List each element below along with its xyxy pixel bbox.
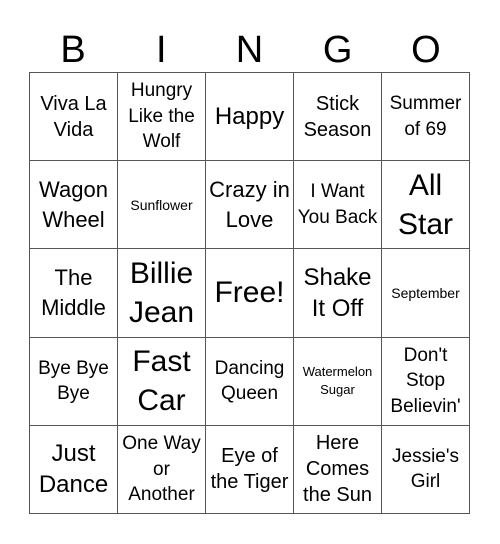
bingo-cell[interactable]: The Middle (30, 249, 118, 338)
bingo-grid: Viva La Vida Hungry Like the Wolf Happy … (29, 72, 470, 514)
bingo-cell[interactable]: Here Comes the Sun (294, 425, 382, 514)
header-letter-b: B (60, 29, 86, 71)
bingo-cell[interactable]: September (382, 249, 470, 338)
header-letter-i: I (156, 29, 167, 71)
bingo-cell[interactable]: Dancing Queen (206, 337, 294, 426)
header-letter-g: G (322, 29, 353, 71)
free-space[interactable]: Free! (206, 249, 294, 338)
bingo-cell[interactable]: Fast Car (118, 337, 206, 426)
bingo-cell[interactable]: Happy (206, 73, 294, 162)
bingo-cell[interactable]: All Star (382, 161, 470, 250)
bingo-cell[interactable]: Billie Jean (118, 249, 206, 338)
bingo-cell[interactable]: Just Dance (30, 425, 118, 514)
bingo-cell[interactable]: Sunflower (118, 161, 206, 250)
bingo-cell[interactable]: Hungry Like the Wolf (118, 73, 206, 162)
bingo-cell[interactable]: Shake It Off (294, 249, 382, 338)
bingo-header: B I N G O (29, 28, 470, 73)
bingo-cell[interactable]: Crazy in Love (206, 161, 294, 250)
bingo-cell[interactable]: One Way or Another (118, 425, 206, 514)
bingo-cell[interactable]: Viva La Vida (30, 73, 118, 162)
bingo-cell[interactable]: Stick Season (294, 73, 382, 162)
bingo-cell[interactable]: Wagon Wheel (30, 161, 118, 250)
bingo-cell[interactable]: Don't Stop Believin' (382, 337, 470, 426)
bingo-cell[interactable]: I Want You Back (294, 161, 382, 250)
header-letter-n: N (235, 29, 264, 71)
header-letter-o: O (411, 29, 441, 71)
bingo-cell[interactable]: Watermelon Sugar (294, 337, 382, 426)
bingo-cell[interactable]: Eye of the Tiger (206, 425, 294, 514)
bingo-cell[interactable]: Jessie's Girl (382, 425, 470, 514)
bingo-cell[interactable]: Summer of 69 (382, 73, 470, 162)
bingo-cell[interactable]: Bye Bye Bye (30, 337, 118, 426)
